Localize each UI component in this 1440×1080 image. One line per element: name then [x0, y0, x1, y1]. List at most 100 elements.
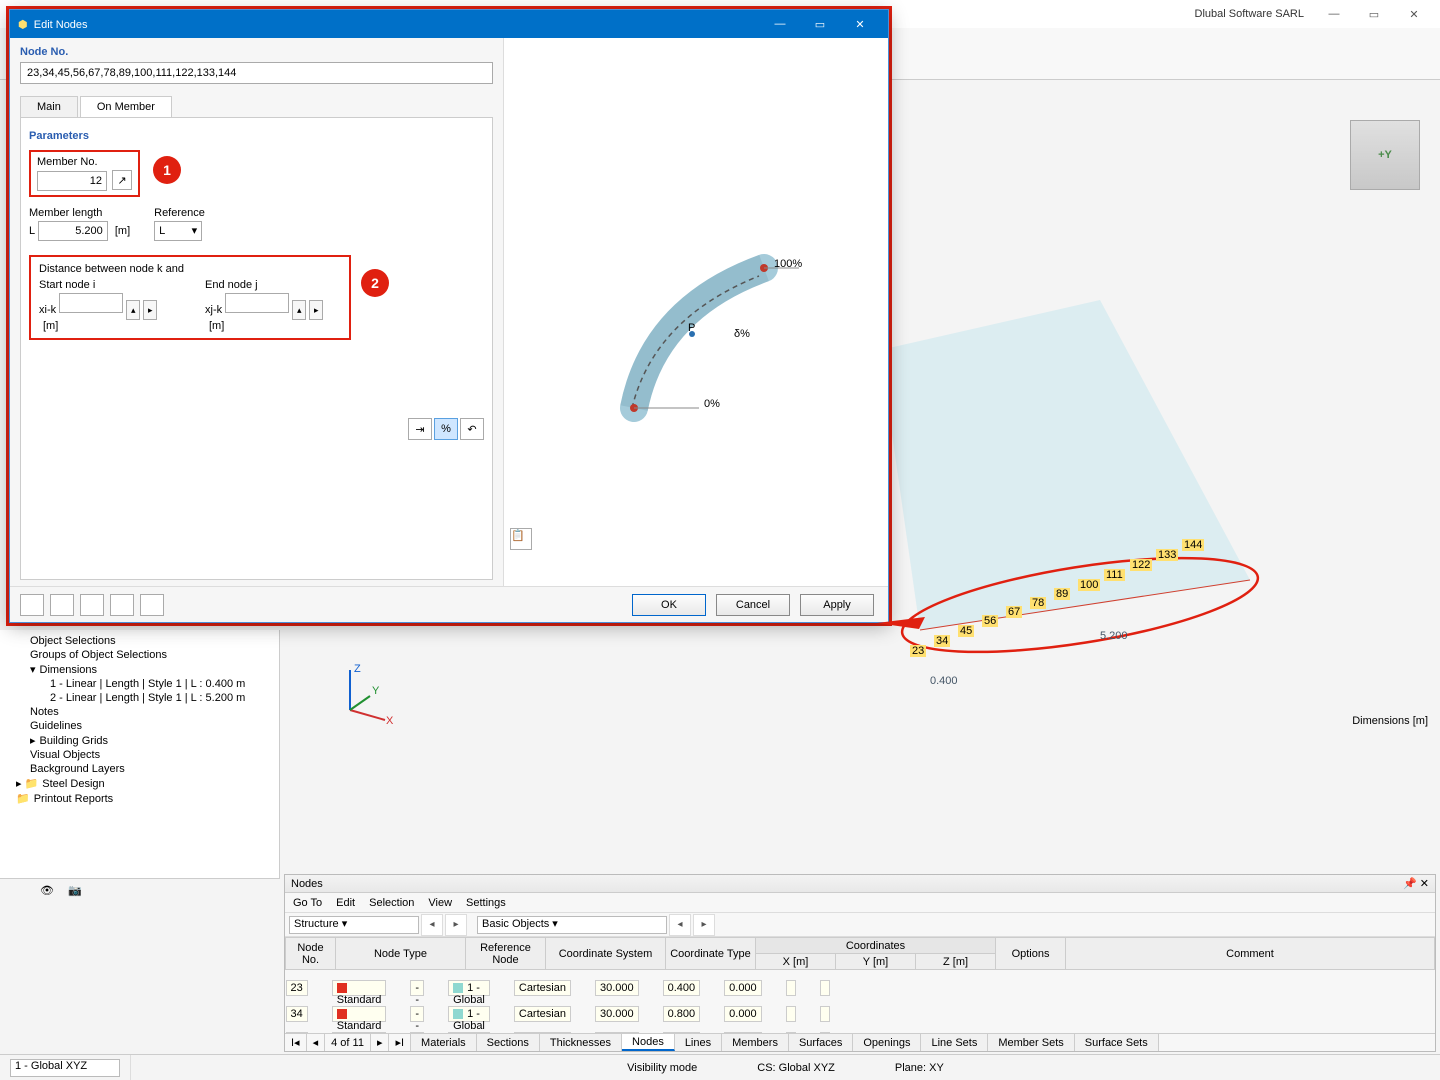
- dimensions-unit-label: Dimensions [m]: [1352, 715, 1428, 727]
- mode-undo-button[interactable]: ↶: [460, 418, 484, 440]
- table-pin-icon[interactable]: 📌: [1403, 878, 1417, 890]
- navigation-cube[interactable]: +Y: [1350, 120, 1420, 190]
- tab-on-member[interactable]: On Member: [80, 96, 172, 117]
- table-tab-surface-sets[interactable]: Surface Sets: [1075, 1034, 1159, 1051]
- col-node-type[interactable]: Node Type: [336, 938, 466, 970]
- app-close-button[interactable]: ✕: [1396, 3, 1432, 25]
- table-close-icon[interactable]: ✕: [1420, 878, 1429, 890]
- node-labels-overlay: 23 34 45 56 67 78 89 100 111 122 133 144…: [900, 535, 1190, 665]
- node-no-label: Node No.: [20, 42, 493, 62]
- start-node-unit: [m]: [43, 320, 58, 332]
- dlg-tool-pick-icon[interactable]: [80, 594, 104, 616]
- table-menu-selection[interactable]: Selection: [369, 897, 414, 909]
- start-node-label: Start node i: [39, 279, 175, 291]
- dimension-value: 0.400: [930, 675, 958, 687]
- col-x[interactable]: X [m]: [756, 954, 836, 970]
- dialog-close-button[interactable]: ✕: [840, 10, 880, 38]
- nodes-table[interactable]: Node No. Node Type Reference Node Coordi…: [285, 937, 1435, 1033]
- toolbar-button[interactable]: ▸: [445, 914, 467, 936]
- end-node-input[interactable]: [225, 293, 289, 313]
- toolbar-button[interactable]: ◂: [421, 914, 443, 936]
- tree-item-groups-object-selections[interactable]: Groups of Object Selections: [6, 648, 273, 662]
- table-combo-basic-objects[interactable]: Basic Objects ▾: [477, 916, 667, 934]
- dlg-tool-units-icon[interactable]: [50, 594, 74, 616]
- table-menu-goto[interactable]: Go To: [293, 897, 322, 909]
- toolbar-button[interactable]: ◂: [669, 914, 691, 936]
- table-menu-settings[interactable]: Settings: [466, 897, 506, 909]
- table-tab-members[interactable]: Members: [722, 1034, 789, 1051]
- ok-button[interactable]: OK: [632, 594, 706, 616]
- status-cs-combo[interactable]: 1 - Global XYZ: [10, 1059, 120, 1077]
- eye-icon[interactable]: 👁: [40, 884, 54, 897]
- tree-item-dimension-1[interactable]: 1 - Linear | Length | Style 1 | L : 0.40…: [6, 677, 273, 691]
- copy-preview-button[interactable]: 📋: [510, 528, 532, 550]
- mode-absolute-button[interactable]: ⇥: [408, 418, 432, 440]
- reference-dropdown[interactable]: L▾: [154, 221, 202, 241]
- nav-next[interactable]: ▸: [371, 1034, 390, 1051]
- col-coord-system[interactable]: Coordinate System: [546, 938, 666, 970]
- tree-item-visual-objects[interactable]: Visual Objects: [6, 748, 273, 762]
- table-row[interactable]: 23Standard--1 - Global XYZCartesian30.00…: [286, 980, 336, 996]
- navigator-tree[interactable]: Object Selections Groups of Object Selec…: [0, 630, 280, 900]
- table-row[interactable]: 34Standard--1 - Global XYZCartesian30.00…: [286, 1006, 336, 1022]
- tree-item-dimension-2[interactable]: 2 - Linear | Length | Style 1 | L : 5.20…: [6, 691, 273, 705]
- table-tab-materials[interactable]: Materials: [411, 1034, 477, 1051]
- tree-item-background-layers[interactable]: Background Layers: [6, 762, 273, 776]
- tree-item-notes[interactable]: Notes: [6, 705, 273, 719]
- dlg-tool-search-icon[interactable]: [20, 594, 44, 616]
- table-combo-structure[interactable]: Structure ▾: [289, 916, 419, 934]
- end-node-unit: [m]: [209, 320, 224, 332]
- col-y[interactable]: Y [m]: [836, 954, 916, 970]
- nav-prev[interactable]: ◂: [307, 1034, 326, 1051]
- table-menu-view[interactable]: View: [428, 897, 452, 909]
- member-length-unit: [m]: [115, 225, 130, 237]
- cancel-button[interactable]: Cancel: [716, 594, 790, 616]
- node-label: 133: [1156, 549, 1178, 561]
- table-tab-nodes[interactable]: Nodes: [622, 1034, 675, 1051]
- col-options[interactable]: Options: [996, 938, 1066, 970]
- app-restore-button[interactable]: ▭: [1356, 3, 1392, 25]
- svg-text:Z: Z: [354, 663, 361, 675]
- spinner-up-icon[interactable]: ▴: [292, 300, 306, 320]
- dimension-value: 5.200: [1100, 630, 1128, 642]
- node-no-input[interactable]: [20, 62, 493, 84]
- mode-percent-button[interactable]: %: [434, 418, 458, 440]
- table-tab-member-sets[interactable]: Member Sets: [988, 1034, 1074, 1051]
- nav-first[interactable]: I◂: [285, 1034, 307, 1051]
- table-tab-thicknesses[interactable]: Thicknesses: [540, 1034, 622, 1051]
- tree-item-printout-reports[interactable]: 📁 Printout Reports: [6, 791, 273, 806]
- spinner-play-icon[interactable]: ▸: [143, 300, 157, 320]
- col-node-no[interactable]: Node No.: [286, 938, 336, 970]
- col-coord-type[interactable]: Coordinate Type: [666, 938, 756, 970]
- table-menu-edit[interactable]: Edit: [336, 897, 355, 909]
- col-ref-node[interactable]: Reference Node: [466, 938, 546, 970]
- tree-item-object-selections[interactable]: Object Selections: [6, 634, 273, 648]
- toolbar-button[interactable]: ▸: [693, 914, 715, 936]
- dialog-maximize-button[interactable]: ▭: [800, 10, 840, 38]
- dlg-tool-info-icon[interactable]: [110, 594, 134, 616]
- col-z[interactable]: Z [m]: [916, 954, 996, 970]
- tree-item-building-grids[interactable]: ▸ Building Grids: [6, 733, 273, 748]
- tree-item-dimensions[interactable]: ▾ Dimensions: [6, 662, 273, 677]
- start-node-input[interactable]: [59, 293, 123, 313]
- tree-item-guidelines[interactable]: Guidelines: [6, 719, 273, 733]
- pick-member-button[interactable]: ↗: [112, 170, 132, 190]
- member-no-input[interactable]: [37, 171, 107, 191]
- tree-item-steel-design[interactable]: ▸ 📁 Steel Design: [6, 776, 273, 791]
- table-tab-surfaces[interactable]: Surfaces: [789, 1034, 853, 1051]
- axis-gizmo: Z X Y: [330, 660, 400, 730]
- col-comment[interactable]: Comment: [1066, 938, 1435, 970]
- table-tab-sections[interactable]: Sections: [477, 1034, 540, 1051]
- spinner-play-icon[interactable]: ▸: [309, 300, 323, 320]
- spinner-up-icon[interactable]: ▴: [126, 300, 140, 320]
- table-tab-lines[interactable]: Lines: [675, 1034, 722, 1051]
- nav-last[interactable]: ▸I: [389, 1034, 411, 1051]
- camera-icon[interactable]: 📷: [68, 884, 82, 897]
- table-tab-line-sets[interactable]: Line Sets: [921, 1034, 988, 1051]
- dialog-minimize-button[interactable]: —: [760, 10, 800, 38]
- dlg-tool-fx-icon[interactable]: [140, 594, 164, 616]
- tab-main[interactable]: Main: [20, 96, 78, 117]
- apply-button[interactable]: Apply: [800, 594, 874, 616]
- app-minimize-button[interactable]: —: [1316, 3, 1352, 25]
- table-tab-openings[interactable]: Openings: [853, 1034, 921, 1051]
